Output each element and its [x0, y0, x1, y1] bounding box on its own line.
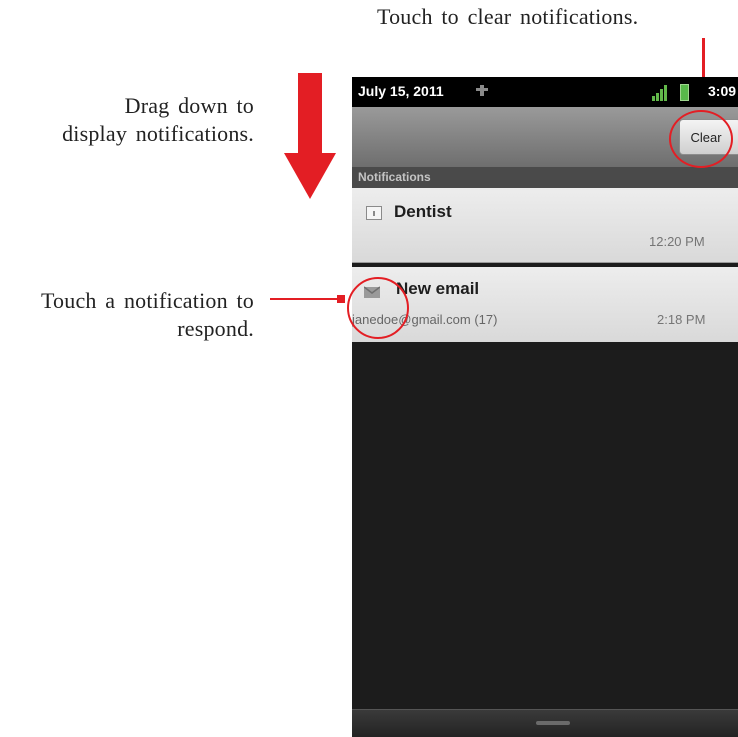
touch-callout-line [270, 298, 342, 300]
notification-highlight-ring [347, 277, 409, 339]
notifications-header: Notifications [352, 167, 738, 188]
clear-callout-text: Touch to clear notifications. [377, 4, 639, 29]
notification-time: 2:18 PM [657, 312, 706, 327]
drag-callout-text: Drag down to display notifications. [62, 92, 254, 148]
status-date: July 15, 2011 [358, 83, 444, 99]
status-time: 3:09 [708, 83, 737, 99]
handle-grip [536, 721, 570, 725]
drag-callout-line-2: display notifications. [62, 121, 254, 146]
notification-title: New email [396, 279, 480, 298]
touch-callout-line-1: Touch a notification to [40, 288, 254, 313]
clear-button-highlight-ring [669, 110, 733, 168]
signal-icon [652, 85, 667, 101]
drag-callout-line-1: Drag down to [124, 93, 254, 118]
touch-callout-line-2: respond. [177, 316, 254, 341]
notification-title: Dentist [394, 202, 452, 221]
notification-item-dentist[interactable]: Dentist 12:20 PM [352, 188, 738, 263]
status-bar[interactable]: July 15, 2011 3:09 [352, 77, 738, 107]
drag-down-arrow-icon [284, 73, 336, 199]
panel-drag-handle[interactable] [352, 709, 738, 737]
touch-callout-marker [337, 295, 345, 303]
touch-callout-text: Touch a notification to respond. [41, 287, 254, 343]
notification-panel: July 15, 2011 3:09 Clear Notifications D… [352, 77, 738, 737]
calendar-icon [366, 206, 382, 220]
battery-icon [680, 84, 689, 101]
notification-time: 12:20 PM [649, 234, 705, 249]
usb-icon [476, 85, 488, 96]
notification-item-new-email[interactable]: New email janedoe@gmail.com (17) 2:18 PM [352, 267, 738, 342]
